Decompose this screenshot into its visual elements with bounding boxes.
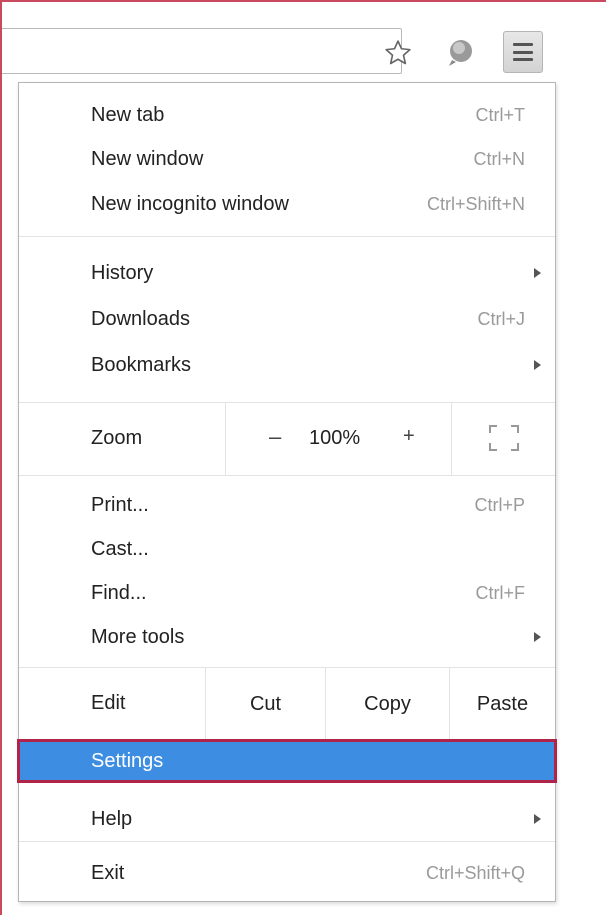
menu-item-find[interactable]: Find... Ctrl+F [19, 573, 555, 613]
menu-item-label: New tab [91, 103, 165, 126]
menu-item-label: New window [91, 147, 204, 170]
edit-row: Edit Cut Copy Paste [19, 668, 555, 740]
menu-separator [19, 475, 555, 476]
menu-item-history[interactable]: History [19, 253, 555, 293]
menu-item-label: Help [91, 807, 133, 830]
copy-button[interactable]: Copy [325, 668, 449, 740]
menu-item-label: More tools [91, 625, 185, 648]
cut-label: Cut [249, 692, 282, 715]
bookmark-star-button[interactable] [380, 36, 416, 70]
menu-separator [19, 236, 555, 237]
menu-item-new-window[interactable]: New window Ctrl+N [19, 139, 555, 179]
menu-item-label: Bookmarks [91, 353, 192, 376]
menu-item-cast[interactable]: Cast... [19, 529, 555, 569]
zoom-out-button[interactable]: – [269, 424, 281, 450]
chrome-dropdown-menu: New tab Ctrl+T New window Ctrl+N New inc… [17, 82, 557, 902]
hamburger-menu-icon [513, 43, 533, 61]
zoom-in-button[interactable]: + [403, 425, 415, 448]
menu-item-help[interactable]: Help [19, 799, 555, 839]
menu-item-more-tools[interactable]: More tools [19, 617, 555, 657]
fullscreen-icon[interactable] [489, 425, 519, 451]
submenu-arrow-icon [534, 360, 541, 370]
menu-item-shortcut: Ctrl+F [475, 582, 526, 603]
submenu-arrow-icon [534, 632, 541, 642]
star-icon [385, 40, 411, 65]
paste-button[interactable]: Paste [449, 668, 555, 740]
chrome-menu-button[interactable] [503, 31, 543, 73]
menu-item-label: Print... [91, 493, 149, 516]
menu-separator [19, 841, 555, 842]
zoom-label: Zoom [91, 427, 143, 449]
submenu-arrow-icon [534, 268, 541, 278]
menu-item-label: New incognito window [91, 192, 289, 215]
menu-item-shortcut: Ctrl+Shift+Q [425, 862, 525, 883]
menu-item-label: Cast... [91, 537, 149, 560]
extension-button[interactable] [442, 32, 482, 72]
copy-label: Copy [364, 692, 411, 715]
cut-button[interactable]: Cut [205, 668, 325, 740]
submenu-arrow-icon [534, 814, 541, 824]
zoom-row: Zoom – 100% + [19, 403, 555, 475]
menu-item-downloads[interactable]: Downloads Ctrl+J [19, 299, 555, 339]
menu-item-label: Settings [91, 749, 164, 772]
menu-item-label: Exit [91, 861, 125, 884]
menu-item-shortcut: Ctrl+Shift+N [426, 193, 525, 214]
menu-item-label: Find... [91, 581, 147, 604]
zoom-level-value: 100% [309, 427, 361, 449]
paste-label: Paste [476, 692, 529, 715]
menu-item-shortcut: Ctrl+N [473, 148, 525, 169]
menu-item-label: Downloads [91, 307, 190, 330]
menu-item-settings[interactable]: Settings [17, 739, 557, 783]
menu-item-label: History [91, 261, 154, 284]
edit-label: Edit [91, 692, 126, 714]
menu-item-shortcut: Ctrl+P [474, 494, 525, 515]
menu-item-exit[interactable]: Exit Ctrl+Shift+Q [19, 853, 555, 893]
menu-item-new-incognito-window[interactable]: New incognito window Ctrl+Shift+N [19, 184, 555, 224]
menu-item-print[interactable]: Print... Ctrl+P [19, 485, 555, 525]
menu-item-new-tab[interactable]: New tab Ctrl+T [19, 95, 555, 135]
menu-item-shortcut: Ctrl+T [475, 104, 526, 125]
menu-item-shortcut: Ctrl+J [477, 308, 525, 329]
menu-item-bookmarks[interactable]: Bookmarks [19, 345, 555, 385]
address-bar[interactable] [2, 28, 402, 74]
extension-icon [449, 40, 472, 66]
